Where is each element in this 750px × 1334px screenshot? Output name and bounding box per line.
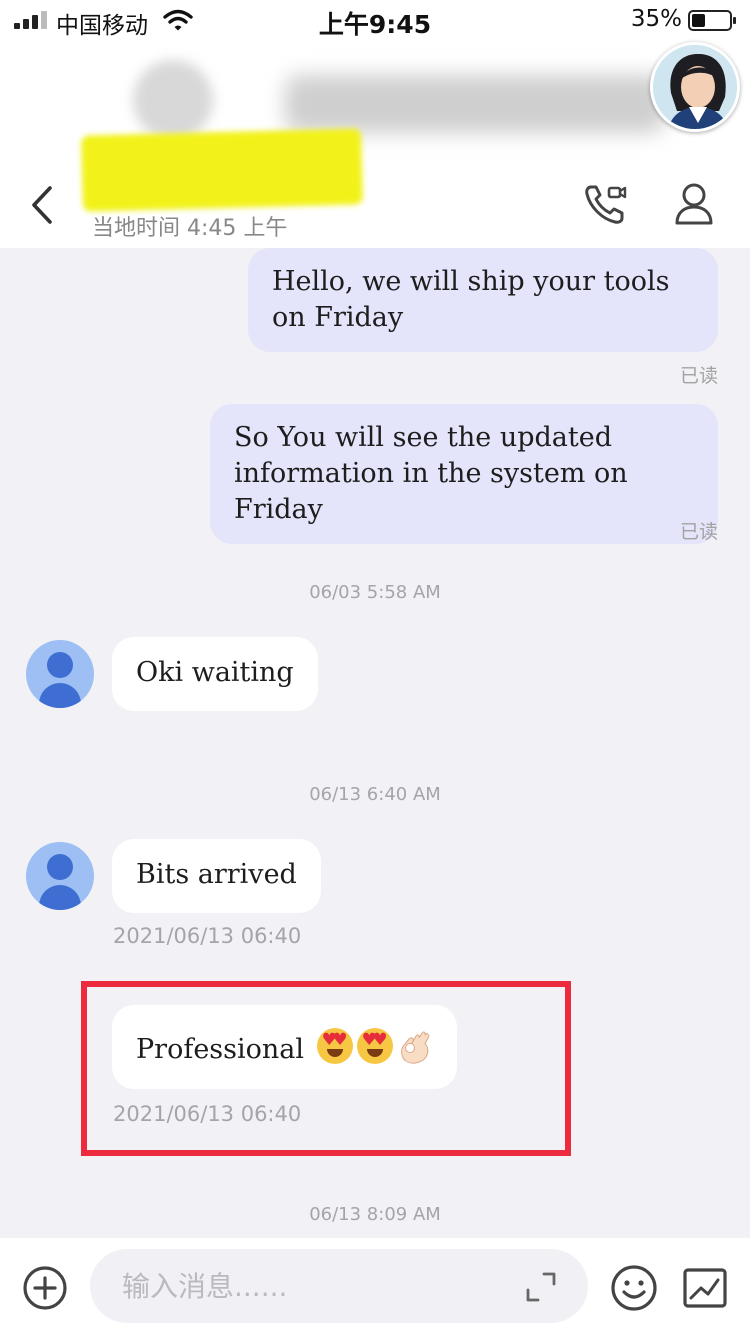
incoming-message[interactable]: Professional — [112, 1005, 457, 1089]
agent-avatar[interactable] — [650, 42, 740, 132]
battery-percent: 35% — [630, 6, 682, 32]
chat-timestamp: 06/13 6:40 AM — [309, 784, 441, 805]
incoming-message[interactable]: Bits arrived — [112, 839, 321, 913]
video-call-icon[interactable] — [582, 181, 628, 227]
plus-icon[interactable] — [22, 1265, 68, 1311]
message-text: Hello, we will ship your tools on Friday — [272, 266, 670, 333]
message-time: 2021/06/13 06:40 — [113, 924, 302, 948]
chat-header: 当地时间 4:45 上午 — [0, 40, 750, 248]
outgoing-message[interactable]: So You will see the updated information … — [210, 404, 718, 544]
contact-name-blurred — [285, 75, 665, 133]
back-icon[interactable] — [22, 180, 62, 230]
battery-icon — [688, 10, 736, 31]
message-text: Professional — [136, 1034, 305, 1065]
local-time-label: 当地时间 4:45 上午 — [92, 216, 288, 241]
message-input[interactable] — [90, 1249, 588, 1323]
incoming-message[interactable]: Oki waiting — [112, 637, 318, 711]
read-status: 已读 — [679, 365, 718, 387]
message-time: 2021/06/13 06:40 — [113, 1102, 302, 1126]
read-status: 已读 — [679, 521, 718, 543]
contact-avatar[interactable] — [26, 842, 94, 910]
message-text: So You will see the updated information … — [234, 422, 628, 525]
outgoing-message[interactable]: Hello, we will ship your tools on Friday — [248, 248, 718, 352]
emoji-icon[interactable] — [610, 1264, 658, 1312]
image-icon[interactable] — [682, 1266, 728, 1310]
profile-icon[interactable] — [672, 181, 716, 227]
message-text: Bits arrived — [136, 859, 297, 890]
heart-eyes-emoji-icon — [356, 1028, 393, 1064]
contact-logo-blurred — [133, 60, 213, 140]
heart-eyes-emoji-icon — [316, 1028, 353, 1064]
chat-timestamp: 06/13 8:09 AM — [309, 1204, 441, 1225]
ok-hand-emoji-icon — [400, 1031, 429, 1064]
redaction-highlight — [81, 128, 363, 212]
expand-icon[interactable] — [524, 1270, 558, 1304]
input-bar — [0, 1238, 750, 1334]
status-bar: 中国移动 上午9:45 35% — [0, 0, 750, 40]
contact-avatar[interactable] — [26, 640, 94, 708]
chat-timestamp: 06/03 5:58 AM — [309, 582, 441, 603]
message-text: Oki waiting — [136, 657, 294, 688]
